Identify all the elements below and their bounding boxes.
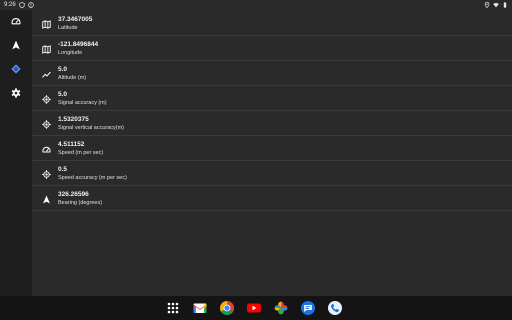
alert-icon [27,2,34,8]
list-item-signal-vertical-accuracy[interactable]: 1.5320375 Signal vertical accuracy(m) [33,112,512,136]
gmail-app[interactable] [192,300,208,316]
youtube-icon [247,303,261,313]
speedometer-icon [11,18,21,25]
app-drawer-button[interactable] [165,300,181,316]
latitude-value: 37.3467005 [58,16,93,23]
taskbar [0,296,512,320]
list-item-speed-accuracy[interactable]: 0.5 Speed accuracy (m per sec) [33,162,512,186]
speed-value: 4.511152 [58,141,85,148]
speed-label: Speed (m per sec) [58,150,104,156]
trending-up-icon [41,71,51,78]
navigation-arrow-icon [42,195,50,203]
messages-icon [301,301,315,315]
speed-accuracy-label: Speed accuracy (m per sec) [58,175,127,181]
location-details-list: 37.3467005 Latitude -121.8496844 Longitu… [33,12,512,212]
nav-item-dashboard[interactable] [8,13,24,29]
map-icon [41,19,51,29]
list-item-bearing[interactable]: 326.26596 Bearing (degrees) [33,187,512,211]
chrome-icon [220,301,234,315]
battery-icon [503,2,507,8]
speed-accuracy-value: 0.5 [58,166,68,173]
status-time: 9:26 [4,2,16,8]
navigation-rail [0,10,32,296]
settings-icon [11,88,21,98]
youtube-app[interactable] [246,300,262,316]
bearing-value: 326.26596 [58,191,89,198]
shield-icon [19,2,25,8]
longitude-value: -121.8496844 [58,41,99,48]
latitude-label: Latitude [58,25,78,31]
list-item-latitude[interactable]: 37.3467005 Latitude [33,12,512,36]
app-dock [165,300,343,316]
location-icon [484,2,490,8]
photos-icon [274,301,288,315]
gps-fixed-icon [41,94,51,104]
messages-app[interactable] [300,300,316,316]
nav-item-settings[interactable] [8,85,24,101]
gps-fixed-icon [41,119,51,129]
speedometer-icon [41,146,51,153]
gmail-icon [193,303,207,313]
phone-app[interactable] [327,300,343,316]
gps-fixed-icon [41,169,51,179]
chrome-app[interactable] [219,300,235,316]
list-item-signal-accuracy[interactable]: 5.0 Signal accuracy (m) [33,87,512,111]
navigation-arrow-icon [12,40,20,50]
signal-vertical-accuracy-label: Signal vertical accuracy(m) [58,125,125,131]
list-item-altitude[interactable]: 5.0 Altitude (m) [33,62,512,86]
phone-icon [328,301,342,315]
nav-item-navigation[interactable] [8,37,24,53]
altitude-value: 5.0 [58,66,68,73]
signal-accuracy-label: Signal accuracy (m) [58,100,107,106]
app-drawer-icon [167,302,179,314]
wifi-icon [493,2,499,8]
signal-accuracy-value: 5.0 [58,91,68,98]
signal-vertical-accuracy-value: 1.5320375 [58,116,89,123]
nav-item-gps[interactable] [8,61,24,77]
map-icon [41,44,51,54]
status-bar: 9:26 [0,0,512,10]
bearing-label: Bearing (degrees) [58,200,103,206]
altitude-label: Altitude (m) [58,75,87,81]
photos-app[interactable] [273,300,289,316]
list-item-speed[interactable]: 4.511152 Speed (m per sec) [33,137,512,161]
list-item-longitude[interactable]: -121.8496844 Longitude [33,37,512,61]
gps-fixed-icon [11,64,21,74]
longitude-label: Longitude [58,50,83,56]
